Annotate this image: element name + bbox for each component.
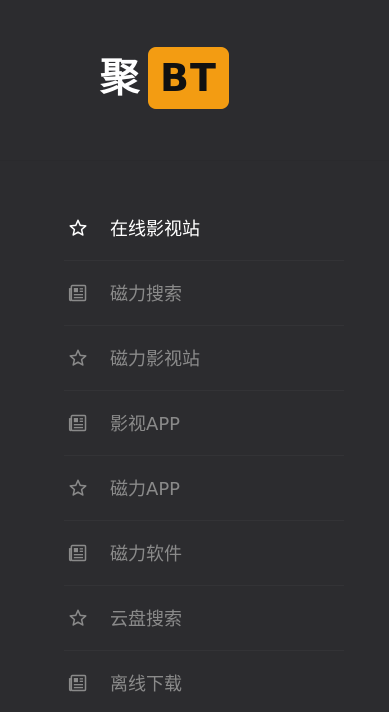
sidebar-item-label: 影视APP [110, 414, 181, 435]
sidebar-item-cloud-search[interactable]: 云盘搜索 [64, 586, 344, 651]
star-outline-icon [67, 477, 89, 499]
sidebar-item-magnet-video[interactable]: 磁力影视站 [64, 326, 344, 391]
star-outline-icon [67, 607, 89, 629]
logo-text: 聚 [100, 55, 140, 101]
star-outline-icon [67, 347, 89, 369]
sidebar-item-label: 磁力影视站 [110, 349, 200, 370]
logo-badge: BT [148, 47, 229, 109]
sidebar-item-online-video[interactable]: 在线影视站 [64, 196, 344, 261]
sidebar-item-magnet-search[interactable]: 磁力搜索 [64, 261, 344, 326]
sidebar-item-label: 在线影视站 [110, 219, 200, 240]
sidebar: 聚 BT 在线影视站 磁力搜索 磁力影视站 影视APP 磁力APP 磁力软件 云… [0, 0, 389, 712]
sidebar-item-offline-download[interactable]: 离线下载 [64, 651, 344, 712]
sidebar-item-label: 磁力软件 [110, 544, 182, 565]
newspaper-icon [67, 282, 89, 304]
newspaper-icon [67, 412, 89, 434]
sidebar-item-label: 云盘搜索 [110, 609, 182, 630]
sidebar-item-label: 磁力APP [110, 479, 181, 500]
sidebar-item-label: 离线下载 [110, 674, 182, 695]
logo-area: 聚 BT [0, 0, 389, 161]
sidebar-item-magnet-software[interactable]: 磁力软件 [64, 521, 344, 586]
site-logo[interactable]: 聚 BT [100, 46, 229, 110]
sidebar-item-video-app[interactable]: 影视APP [64, 391, 344, 456]
newspaper-icon [67, 672, 89, 694]
newspaper-icon [67, 542, 89, 564]
sidebar-item-magnet-app[interactable]: 磁力APP [64, 456, 344, 521]
sidebar-item-label: 磁力搜索 [110, 284, 182, 305]
star-outline-icon [67, 217, 89, 239]
sidebar-nav: 在线影视站 磁力搜索 磁力影视站 影视APP 磁力APP 磁力软件 云盘搜索 离… [64, 196, 344, 712]
